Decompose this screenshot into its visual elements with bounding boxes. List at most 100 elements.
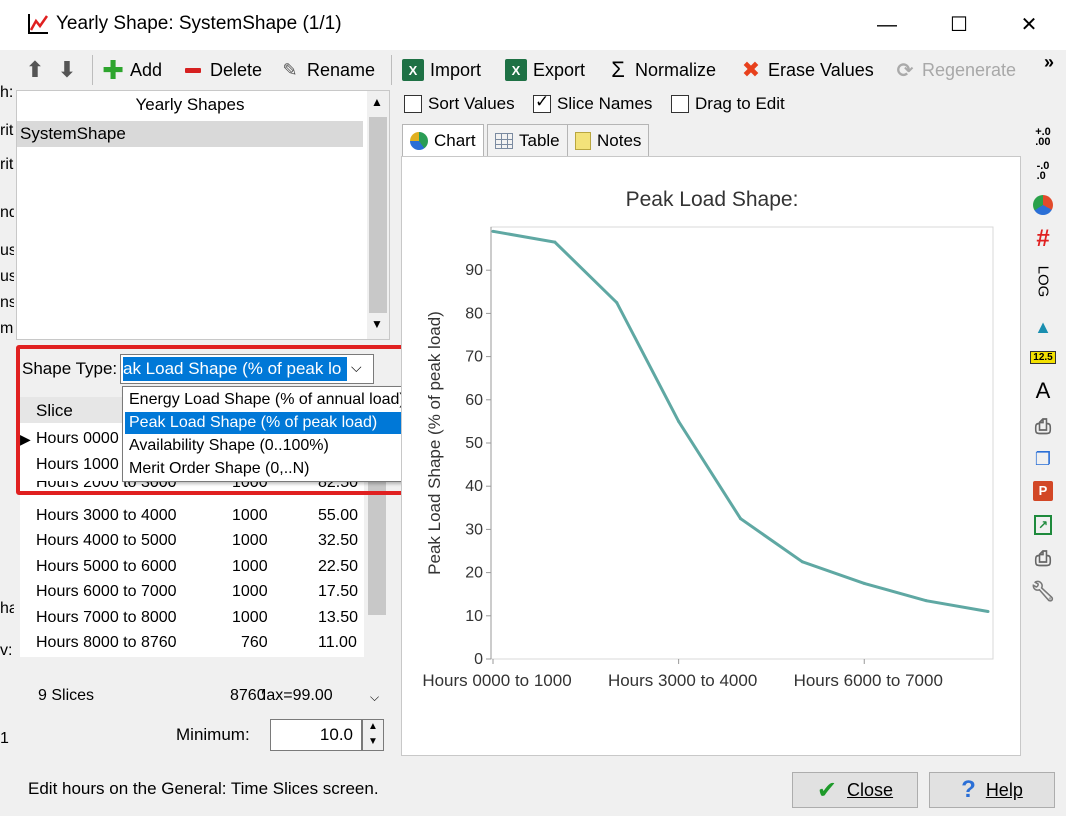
table-row[interactable]: Hours 7000 to 8000 1000 13.50	[36, 606, 366, 631]
shape-type-option[interactable]: Availability Shape (0..100%)	[125, 435, 435, 457]
copy-icon[interactable]: ❐	[1030, 446, 1056, 472]
drag-to-edit-label: Drag to Edit	[695, 94, 785, 113]
grid-toggle-icon[interactable]: #	[1030, 225, 1056, 252]
move-up-button[interactable]: ⬆	[24, 56, 46, 84]
data-labels-badge: 12.5	[1030, 350, 1056, 364]
value-cell: 32.50	[318, 532, 359, 549]
minimum-stepper[interactable]: ▲ ▼	[362, 719, 384, 751]
status-text: Edit hours on the General: Time Slices s…	[28, 779, 379, 798]
maximize-button[interactable]: ☐	[944, 12, 974, 38]
fragment-text: m	[0, 320, 14, 337]
export-button[interactable]: X Export	[505, 56, 585, 84]
table-row[interactable]: Hours 6000 to 7000 1000 17.50	[36, 580, 366, 605]
log-scale-icon[interactable]: LOG	[1030, 258, 1056, 304]
shapes-list-item[interactable]: SystemShape	[17, 121, 363, 147]
export-image-icon[interactable]: ↗	[1030, 512, 1056, 538]
color-palette-icon[interactable]	[1030, 192, 1056, 218]
toolbar-divider	[391, 55, 392, 85]
tab-chart[interactable]: Chart	[402, 124, 484, 157]
table-row[interactable]: Hours 8000 to 8760 760 11.00	[36, 631, 366, 656]
move-down-button[interactable]: ⬇	[56, 56, 78, 84]
shape-type-options: Energy Load Shape (% of annual load) Pea…	[122, 386, 438, 482]
normalize-button[interactable]: Σ Normalize	[607, 56, 716, 84]
slice-name-cell: Hours 5000 to 6000	[36, 558, 177, 575]
excel-icon: X	[505, 59, 527, 81]
data-point	[924, 599, 928, 603]
regenerate-button[interactable]: ⟳ Regenerate	[894, 56, 1016, 84]
minimum-input[interactable]: 10.0	[270, 719, 362, 751]
window-title: Yearly Shape: SystemShape (1/1)	[56, 13, 342, 34]
help-button[interactable]: ? Help	[929, 772, 1055, 808]
toolbar-divider	[92, 55, 93, 85]
hours-cell: 1000	[232, 609, 268, 626]
total-hours: 8760	[230, 687, 266, 704]
y-tick-label: 60	[465, 392, 483, 409]
close-button[interactable]: ✔ Close	[792, 772, 918, 808]
tab-table[interactable]: Table	[487, 124, 568, 156]
table-row[interactable]: Hours 4000 to 5000 1000 32.50	[36, 529, 366, 554]
tab-notes-label: Notes	[597, 130, 642, 150]
shape-type-option[interactable]: Merit Order Shape (0,..N)	[125, 458, 435, 480]
settings-wrench-icon[interactable]: 🔧︎	[1030, 578, 1056, 604]
stepper-up-icon[interactable]: ▲	[368, 721, 378, 732]
sort-values-checkbox[interactable]: Sort Values	[404, 94, 515, 114]
delete-button[interactable]: Delete	[182, 56, 262, 84]
grid-icon	[495, 132, 513, 149]
tab-notes[interactable]: Notes	[567, 124, 650, 156]
shape-type-select[interactable]: ak Load Shape (% of peak lo ⌵	[120, 354, 374, 384]
import-label: Import	[430, 59, 482, 80]
checkbox-box-checked	[533, 92, 551, 113]
shape-type-option[interactable]: Energy Load Shape (% of annual load)	[125, 389, 435, 411]
marker-icon[interactable]: ▲	[1030, 314, 1056, 340]
table-scroll-down-icon[interactable]: ⌵	[370, 690, 379, 705]
add-button[interactable]: ✚ Add	[102, 55, 162, 85]
print-preview-icon[interactable]: ⎙	[1030, 546, 1056, 572]
table-row[interactable]: Hours 3000 to 4000 1000 55.00	[36, 504, 366, 529]
fragment-text: us	[0, 268, 14, 285]
import-button[interactable]: X Import	[402, 56, 481, 84]
current-row-indicator-icon: ▶	[20, 431, 31, 447]
x-tick-label: Hours 0000 to 1000	[422, 671, 571, 690]
stepper-down-icon[interactable]: ▼	[368, 736, 378, 747]
minimize-button[interactable]: —	[872, 12, 902, 38]
erase-values-button[interactable]: ✖ Erase Values	[740, 56, 874, 84]
chevron-down-icon[interactable]: ⌵	[351, 359, 362, 376]
drag-to-edit-checkbox[interactable]: Drag to Edit	[671, 94, 785, 114]
app-chart-icon	[28, 14, 49, 34]
scrollbar-thumb[interactable]	[369, 117, 387, 313]
scroll-up-icon[interactable]: ▲	[371, 95, 383, 109]
slice-names-checkbox[interactable]: Slice Names	[533, 92, 653, 114]
hours-cell: 1000	[232, 532, 268, 549]
print-icon[interactable]: ⎙	[1030, 414, 1056, 440]
data-labels-icon[interactable]: 12.5	[1030, 344, 1056, 370]
decimal-decrease-icon[interactable]: -.0.0	[1030, 158, 1056, 184]
toolbar-overflow-button[interactable]: »	[1044, 52, 1054, 73]
y-tick-label: 40	[465, 478, 483, 495]
powerpoint-icon[interactable]: P	[1030, 478, 1056, 504]
help-icon: ?	[961, 776, 976, 803]
slice-name-cell: Hours 8000 to 8760	[36, 634, 177, 651]
rename-label: Rename	[307, 59, 376, 80]
data-point	[800, 560, 804, 564]
value-cell: 22.50	[318, 558, 359, 575]
data-point	[677, 419, 681, 423]
shape-type-option-selected[interactable]: Peak Load Shape (% of peak load)	[125, 412, 435, 434]
table-row[interactable]: Hours 2000 to 3000 1000 82.50	[36, 481, 366, 493]
fragment-text: us	[0, 242, 14, 259]
x-tick-label: Hours 6000 to 7000	[794, 671, 943, 690]
rename-icon: ✎	[282, 59, 298, 80]
shapes-list-scrollbar[interactable]: ▲ ▼	[367, 91, 389, 339]
table-row[interactable]: Hours 5000 to 6000 1000 22.50	[36, 555, 366, 580]
rename-button[interactable]: ✎ Rename	[279, 56, 375, 84]
notes-icon	[575, 131, 591, 150]
decimal-increase-icon[interactable]: +.0.00	[1030, 124, 1056, 150]
slice-name-cell: Hours 4000 to 5000	[36, 532, 177, 549]
arrow-down-icon: ⬇	[57, 57, 77, 82]
font-icon[interactable]: A	[1030, 378, 1056, 404]
data-point	[491, 229, 495, 233]
close-window-button[interactable]: ✕	[1014, 12, 1044, 38]
data-point	[553, 240, 557, 244]
scroll-down-icon[interactable]: ▼	[371, 317, 383, 331]
slice-names-label: Slice Names	[557, 94, 653, 113]
tab-chart-label: Chart	[434, 131, 476, 150]
